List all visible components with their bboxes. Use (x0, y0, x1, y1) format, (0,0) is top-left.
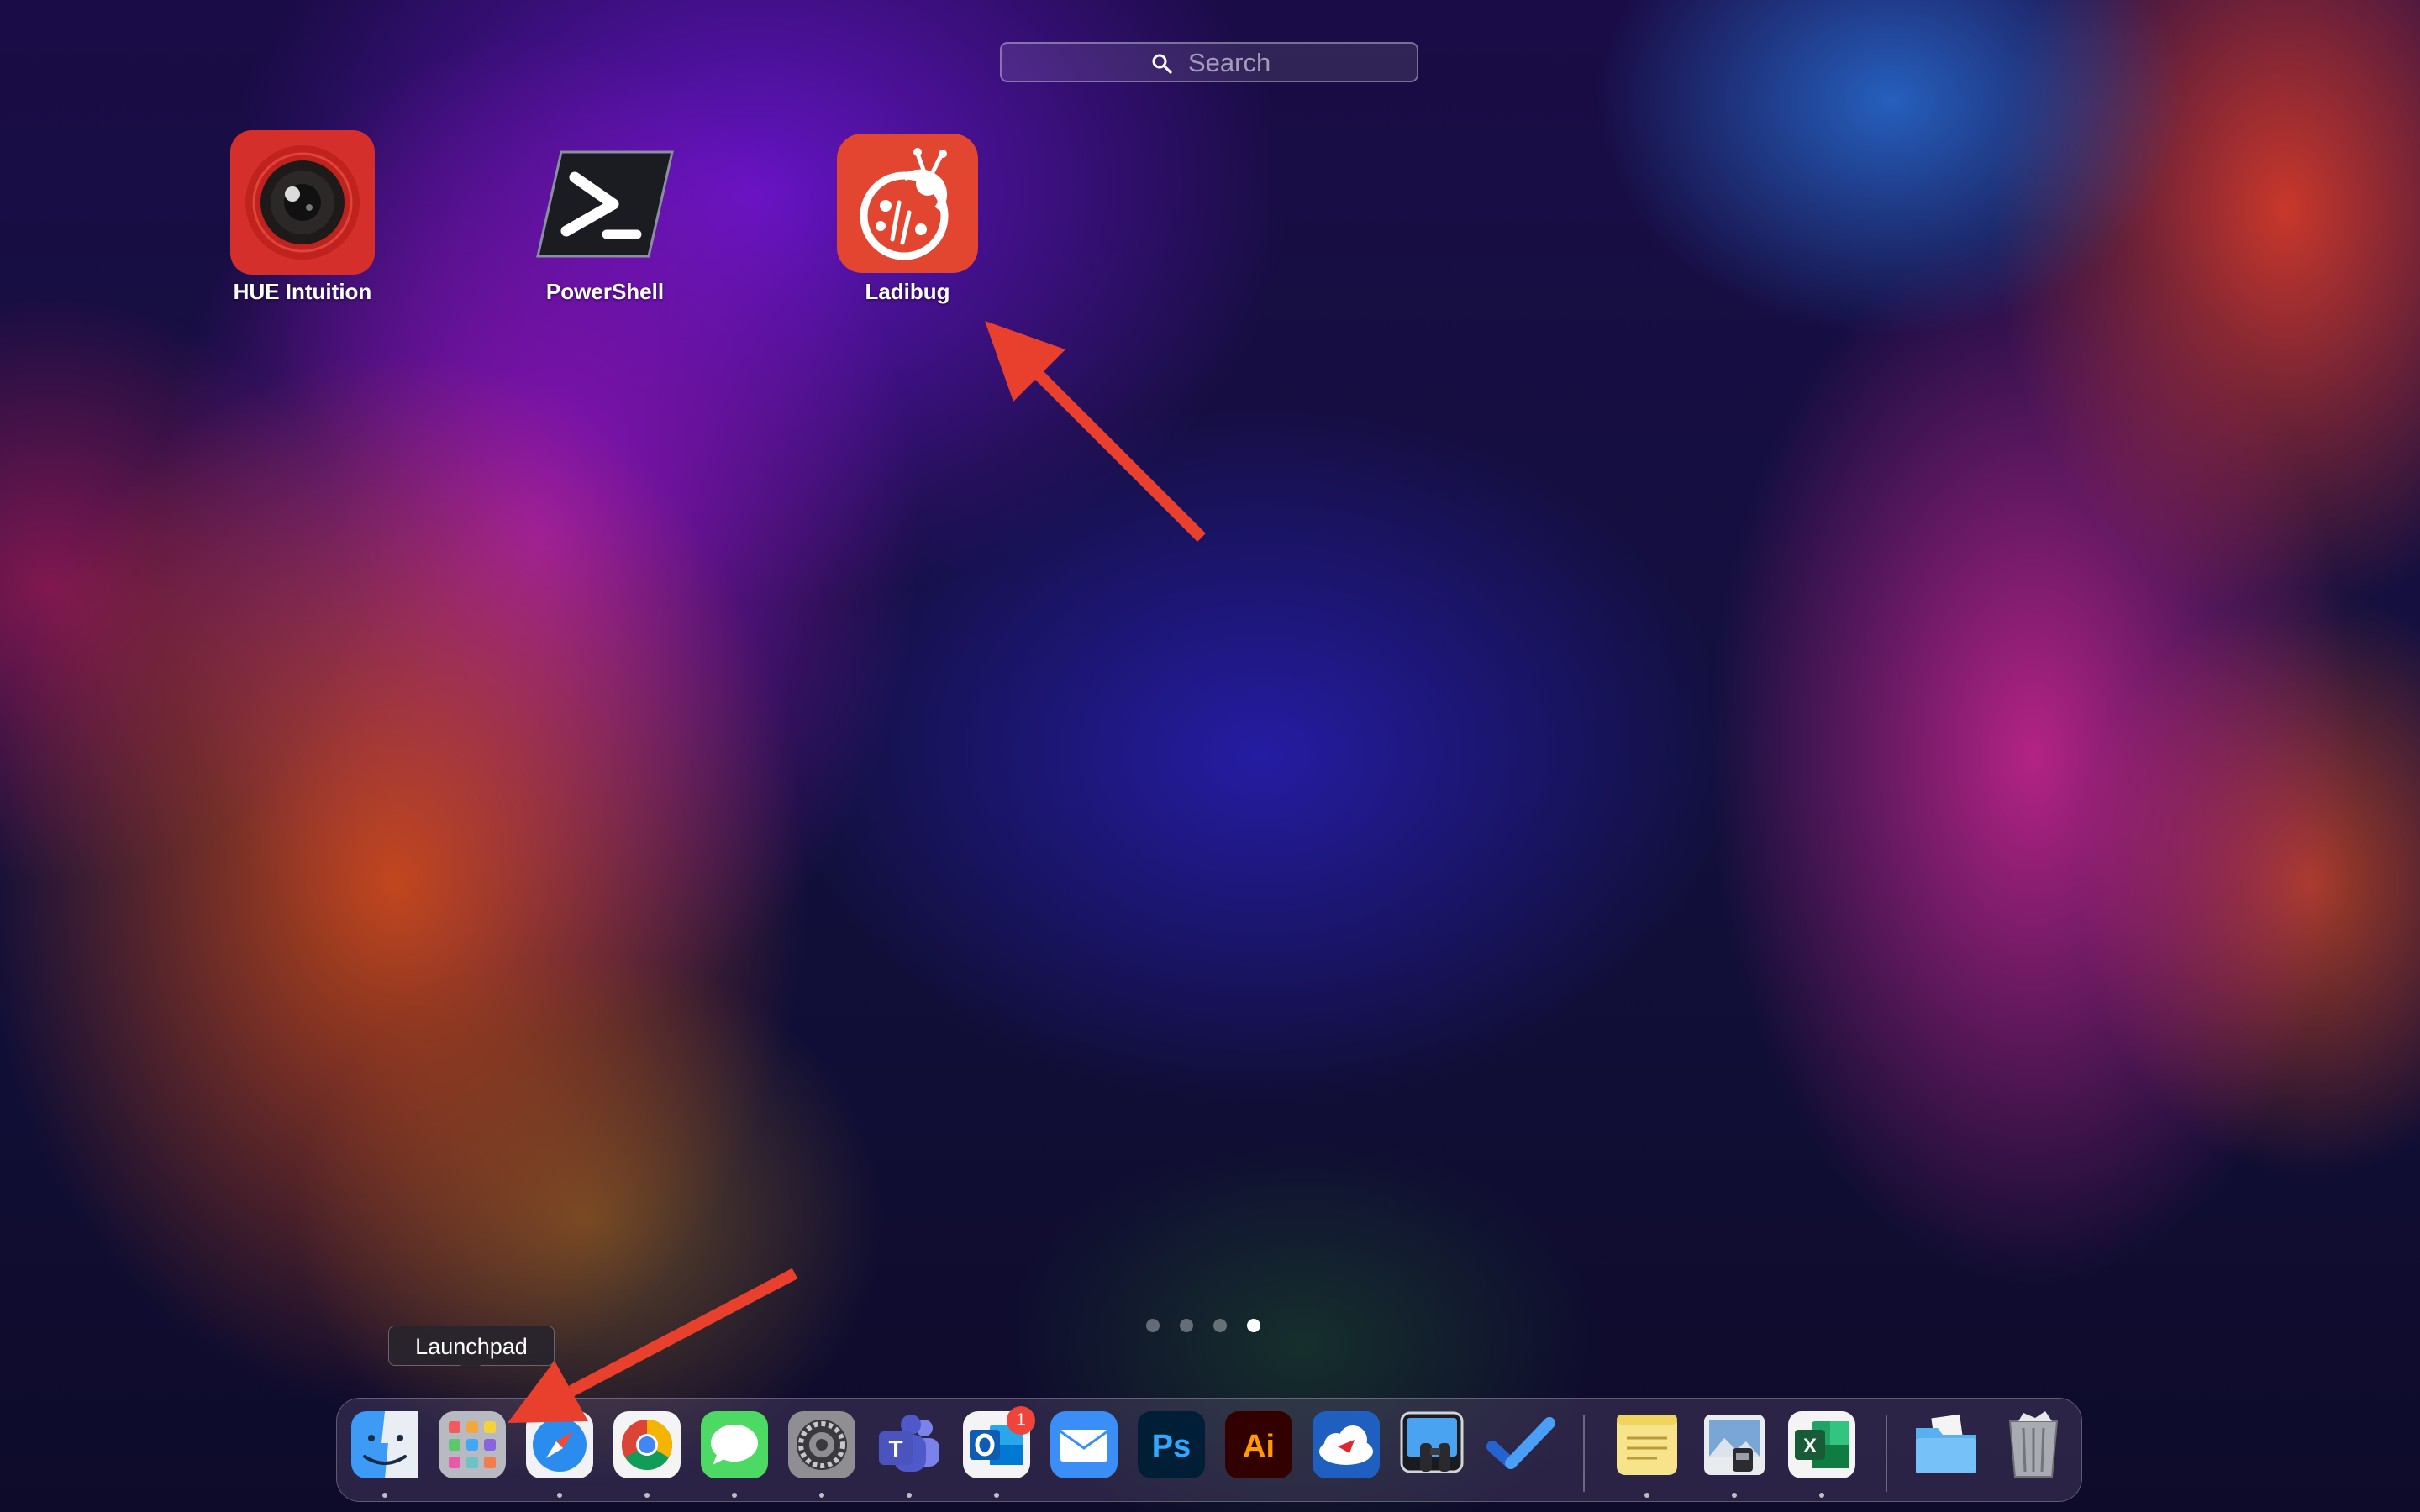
running-indicator (732, 1493, 737, 1498)
mail-icon (1050, 1411, 1118, 1478)
running-indicator (1819, 1493, 1824, 1498)
dock-item-binoculars-app[interactable] (1398, 1410, 1469, 1480)
hue-intuition-icon (230, 130, 375, 275)
dock-item-downloads-folder[interactable] (1911, 1410, 1981, 1480)
folder-icon (1916, 1414, 1976, 1473)
page-indicator (1146, 1319, 1260, 1332)
page-dot-active[interactable] (1247, 1319, 1260, 1332)
illustrator-text: Ai (1243, 1429, 1275, 1464)
svg-text:T: T (888, 1436, 902, 1462)
powershell-icon (536, 150, 674, 258)
dock-item-cloud-app[interactable] (1311, 1410, 1381, 1480)
dock-item-photoshop[interactable]: Ps (1136, 1410, 1207, 1480)
dock-item-finder[interactable] (350, 1410, 420, 1480)
dock-separator (1583, 1415, 1585, 1492)
chrome-icon (613, 1411, 681, 1478)
excel-text: X (1803, 1435, 1817, 1457)
tooltip-pointer (460, 1365, 481, 1375)
photoshop-text: Ps (1152, 1429, 1191, 1464)
notification-badge: 1 (1007, 1406, 1035, 1435)
app-ladibug[interactable]: Ladibug (781, 126, 1034, 319)
dock-item-teams[interactable]: T (874, 1410, 944, 1480)
search-field[interactable] (1000, 42, 1418, 82)
dock-item-todo[interactable] (1486, 1410, 1556, 1480)
app-label: Ladibug (865, 279, 950, 304)
app-label: HUE Intuition (233, 279, 372, 304)
checkmark-icon (1486, 1417, 1555, 1469)
safari-icon (526, 1411, 593, 1478)
excel-icon: X (1788, 1411, 1855, 1478)
app-powershell[interactable]: PowerShell (479, 126, 731, 319)
dock-item-chrome[interactable] (612, 1410, 682, 1480)
dock-item-stickies[interactable] (1612, 1410, 1682, 1480)
dock-separator (1886, 1415, 1887, 1492)
running-indicator (1644, 1493, 1649, 1498)
launchpad-icon (439, 1411, 506, 1478)
running-indicator (557, 1493, 562, 1498)
dock-item-preview[interactable] (1699, 1410, 1770, 1480)
settings-gear-icon (788, 1411, 855, 1478)
page-dot[interactable] (1180, 1319, 1193, 1332)
illustrator-icon: Ai (1225, 1411, 1292, 1478)
dock-item-illustrator[interactable]: Ai (1223, 1410, 1294, 1480)
trash-icon (2008, 1411, 2059, 1478)
dock-item-system-preferences[interactable] (786, 1410, 857, 1480)
binoculars-icon (1400, 1411, 1464, 1473)
cloud-icon (1313, 1411, 1380, 1478)
app-label: PowerShell (545, 279, 665, 304)
search-input[interactable] (1186, 47, 1408, 79)
dock-tooltip: Launchpad (388, 1326, 555, 1366)
dock-item-launchpad[interactable] (437, 1410, 508, 1480)
ladibug-icon (837, 134, 978, 273)
page-dot[interactable] (1213, 1319, 1227, 1332)
preview-icon (1704, 1415, 1765, 1475)
dock-item-mail[interactable] (1049, 1410, 1119, 1480)
page-dot[interactable] (1146, 1319, 1160, 1332)
dock-item-trash[interactable] (1998, 1410, 2069, 1480)
teams-icon: T (879, 1415, 939, 1472)
dock-item-messages[interactable] (699, 1410, 770, 1480)
launchpad-screen: HUE Intuition PowerShell Ladibug (0, 0, 2420, 1512)
finder-icon (351, 1411, 418, 1478)
photoshop-icon: Ps (1138, 1411, 1205, 1478)
search-icon (1152, 54, 1172, 74)
running-indicator (1732, 1493, 1737, 1498)
running-indicator (644, 1493, 650, 1498)
dock-item-excel[interactable]: X (1786, 1410, 1857, 1480)
running-indicator (382, 1493, 387, 1498)
app-hue-intuition[interactable]: HUE Intuition (176, 126, 429, 319)
stickies-icon (1617, 1415, 1677, 1475)
running-indicator (819, 1493, 824, 1498)
dock-item-safari[interactable] (524, 1410, 595, 1480)
running-indicator (907, 1493, 912, 1498)
running-indicator (994, 1493, 999, 1498)
messages-icon (701, 1411, 768, 1478)
